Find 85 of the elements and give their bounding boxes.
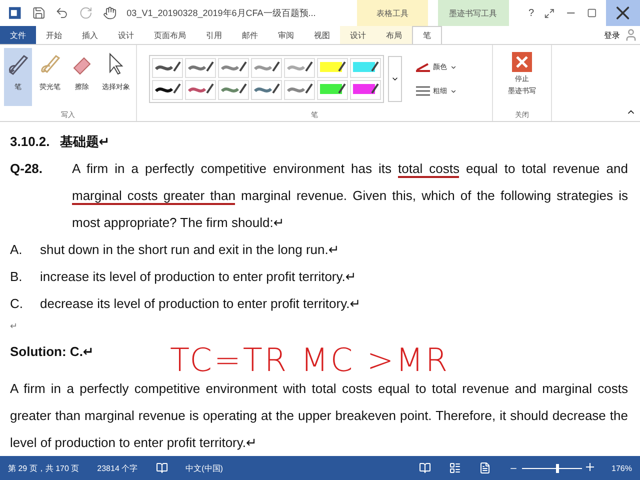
pen-style-swatch[interactable] bbox=[185, 80, 216, 100]
close-icon[interactable] bbox=[606, 0, 640, 26]
heading-number: 3.10.2. bbox=[10, 133, 50, 151]
solution-text: A firm in a perfectly competitive environment with total costs equal to total revenue and marginal costs greater than marginal revenue is operating at the upper breakeven point. Therefore, it should decrease the level of production to enter profit territory.↵ bbox=[10, 380, 628, 452]
context-tab-group: 表格工具 bbox=[357, 0, 428, 26]
ribbon-tab[interactable]: 设计 bbox=[108, 26, 144, 44]
ribbon-tab[interactable]: 页面布局 bbox=[144, 26, 196, 44]
pen-icon bbox=[338, 83, 346, 94]
sign-in-link[interactable]: 登录 bbox=[604, 30, 620, 40]
pen-icon bbox=[272, 83, 280, 94]
option-letter: B. bbox=[10, 268, 24, 286]
paragraph-mark: ↵ bbox=[10, 320, 19, 333]
pen-icon bbox=[206, 83, 214, 94]
pen-icon bbox=[304, 61, 312, 72]
ribbon-tab[interactable]: 插入 bbox=[72, 26, 108, 44]
word-count[interactable]: 23814 个字 bbox=[97, 462, 138, 474]
web-layout-icon[interactable] bbox=[478, 462, 491, 474]
handwritten-note: TC=TR MC >MR bbox=[170, 345, 451, 375]
ribbon-tab[interactable]: 开始 bbox=[36, 26, 72, 44]
zoom-percentage[interactable]: 176% bbox=[612, 464, 632, 472]
caret-icon bbox=[450, 88, 457, 94]
pen-style-swatch[interactable] bbox=[350, 80, 381, 100]
window-title: 03_V1_20190328_2019年6月CFA一级百题预... bbox=[126, 6, 317, 20]
option-text: shut down in the short run and exit in the long run.↵ bbox=[40, 241, 340, 259]
pen-style-swatch[interactable] bbox=[284, 58, 315, 78]
solution-label: Solution: C.↵ bbox=[10, 343, 94, 361]
pen-icon bbox=[272, 61, 280, 72]
option-text: increase its level of production to enter profit territory.↵ bbox=[40, 268, 356, 286]
pen-style-swatch[interactable] bbox=[284, 80, 315, 100]
ribbon-tab[interactable]: 引用 bbox=[196, 26, 232, 44]
question-text: A firm in a perfectly competitive environment has its total costs equal to total revenue and marginal costs greater than marginal revenue. Given this, which of the following strategies is most appropriate? The firm should:↵ bbox=[72, 160, 628, 232]
restore-icon[interactable] bbox=[586, 8, 596, 18]
line-weight-icon bbox=[416, 86, 430, 96]
caret-icon bbox=[391, 75, 399, 83]
save-icon[interactable] bbox=[32, 6, 46, 20]
page-count[interactable]: 第 29 页，共 170 页 bbox=[8, 462, 80, 474]
pen-icon bbox=[338, 61, 346, 72]
read-mode-icon[interactable] bbox=[418, 462, 431, 474]
ribbon-tab[interactable]: 设计 bbox=[340, 26, 376, 44]
pen-style-swatch[interactable] bbox=[218, 80, 249, 100]
ribbon-tab[interactable]: 审阅 bbox=[268, 26, 304, 44]
ribbon-tab[interactable]: 笔 bbox=[412, 26, 442, 44]
pen-style-swatch[interactable] bbox=[185, 58, 216, 78]
ribbon-display-icon[interactable] bbox=[544, 8, 555, 18]
caret-icon bbox=[450, 64, 457, 70]
pen-style-swatch[interactable] bbox=[317, 58, 348, 78]
pen-style-swatch[interactable] bbox=[317, 80, 348, 100]
help-button[interactable]: ? bbox=[528, 8, 534, 18]
pen-icon bbox=[172, 83, 180, 94]
pen-icon bbox=[370, 83, 378, 94]
language-indicator[interactable]: 中文(中国) bbox=[186, 462, 223, 474]
pen-style-swatch[interactable] bbox=[251, 58, 282, 78]
print-layout-icon[interactable] bbox=[448, 462, 461, 474]
zoom-thumb[interactable] bbox=[556, 464, 560, 472]
pen-style-swatch[interactable] bbox=[251, 80, 282, 100]
pen-icon bbox=[6, 52, 30, 76]
pen-icon bbox=[172, 61, 180, 72]
ribbon-tab[interactable]: 布局 bbox=[376, 26, 412, 44]
avatar-icon bbox=[624, 28, 638, 42]
question-number: Q-28. bbox=[10, 160, 44, 178]
zoom-in-icon[interactable] bbox=[586, 462, 594, 474]
heading-text: 基础题↵ bbox=[60, 133, 110, 151]
option-letter: A. bbox=[10, 241, 24, 259]
ribbon-tab[interactable]: 文件 bbox=[0, 26, 36, 44]
pen-style-swatch[interactable] bbox=[152, 80, 183, 100]
word-logo-icon bbox=[8, 6, 22, 20]
context-tab-group: 墨迹书写工具 bbox=[438, 0, 509, 26]
undo-icon[interactable] bbox=[55, 6, 70, 20]
close-icon bbox=[512, 52, 532, 72]
option-text: decrease its level of production to enter profit territory.↵ bbox=[40, 295, 361, 313]
pen-style-swatch[interactable] bbox=[152, 58, 183, 78]
option-letter: C. bbox=[10, 295, 24, 313]
pen-icon bbox=[238, 83, 246, 94]
pen-icon bbox=[206, 61, 214, 72]
pen-icon bbox=[304, 83, 312, 94]
ribbon-tab[interactable]: 邮件 bbox=[232, 26, 268, 44]
pen-icon bbox=[238, 61, 246, 72]
touch-mode-icon[interactable] bbox=[102, 6, 117, 20]
pen-style-swatch[interactable] bbox=[350, 58, 381, 78]
highlighter-icon bbox=[38, 52, 62, 76]
proofing-icon[interactable] bbox=[156, 462, 168, 474]
pen-style-swatch[interactable] bbox=[218, 58, 249, 78]
pen-color-icon bbox=[416, 62, 430, 72]
pen-icon bbox=[370, 61, 378, 72]
ribbon-tab[interactable]: 视图 bbox=[304, 26, 340, 44]
